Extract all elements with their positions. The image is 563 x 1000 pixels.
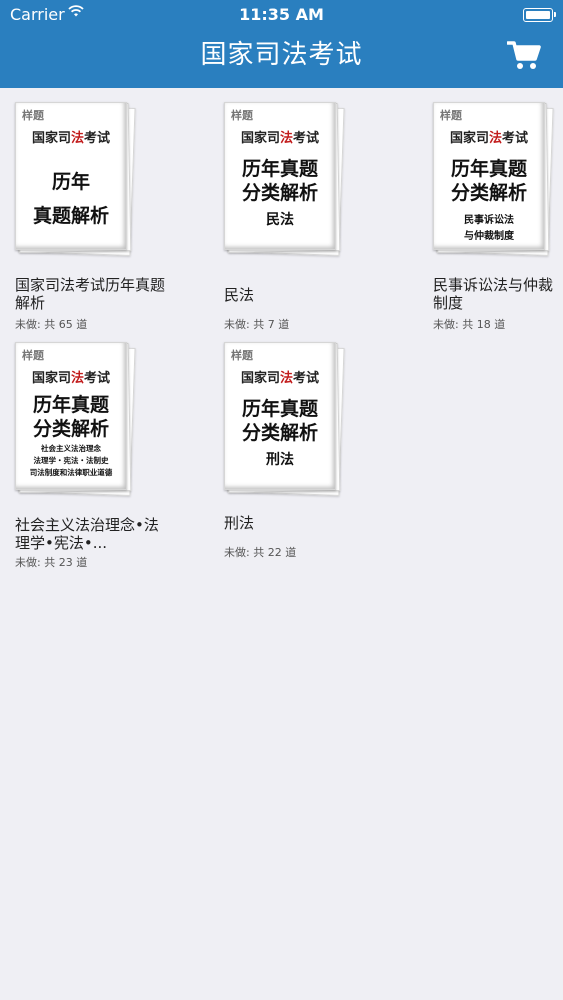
sample-tag: 样题 xyxy=(22,109,44,122)
cover-brand-part: 国家司 xyxy=(240,131,280,146)
cover-subject: 民法 xyxy=(266,212,294,228)
cover-subject: 社会主义法治理念 法理学・宪法・法制史 司法制度和法律职业道德 xyxy=(29,444,113,477)
book-progress: 未做: 共 22 道 xyxy=(224,546,297,559)
cover-brand-part: 考试 xyxy=(84,131,111,146)
cover-brand-highlight: 法 xyxy=(70,371,84,386)
cover-title: 历年真题 分类解析 xyxy=(225,157,335,205)
cover-brand-part: 国家司 xyxy=(31,371,71,386)
cover-brand-highlight: 法 xyxy=(70,131,84,146)
book-cover[interactable]: 样题 国家司法考试 历年真题 分类解析 民事诉讼法 与仲裁制度 xyxy=(433,102,555,260)
cover-brand: 国家司法考试 xyxy=(225,367,335,386)
cover-brand-part: 考试 xyxy=(502,131,529,146)
cover-title-line: 历年真题 xyxy=(32,394,109,416)
cover-brand-part: 国家司 xyxy=(240,371,280,386)
cover-brand: 国家司法考试 xyxy=(225,127,335,146)
cover-title-line: 分类解析 xyxy=(32,418,109,440)
book-progress: 未做: 共 7 道 xyxy=(224,318,290,331)
book-title[interactable]: 社会主义法治理念•法理学•宪法•... xyxy=(15,516,165,552)
cover-title: 历年真题 分类解析 xyxy=(225,397,335,445)
book-progress: 未做: 共 23 道 xyxy=(15,556,88,569)
cover-front: 样题 国家司法考试 历年 真题解析 xyxy=(15,102,127,250)
cover-front: 样题 国家司法考试 历年真题 分类解析 刑法 xyxy=(224,342,336,490)
cover-title-line: 历年 xyxy=(51,171,90,193)
cover-brand-highlight: 法 xyxy=(279,371,293,386)
sample-tag: 样题 xyxy=(440,109,462,122)
book-cover[interactable]: 样题 国家司法考试 历年真题 分类解析 刑法 xyxy=(224,342,346,500)
cover-title-line: 历年真题 xyxy=(241,398,318,420)
sample-tag: 样题 xyxy=(231,109,253,122)
cover-brand: 国家司法考试 xyxy=(16,367,126,386)
book-title[interactable]: 刑法 xyxy=(224,514,374,532)
book-grid: 样题 国家司法考试 历年 真题解析 国家司法考试历年真题解析 未做: 共 65 … xyxy=(0,88,563,1000)
cover-title: 历年 真题解析 xyxy=(16,165,126,233)
cover-front: 样题 国家司法考试 历年真题 分类解析 民事诉讼法 与仲裁制度 xyxy=(433,102,545,250)
cover-title: 历年真题 分类解析 xyxy=(434,157,544,205)
book-progress: 未做: 共 65 道 xyxy=(15,318,88,331)
cover-title-line: 历年真题 xyxy=(241,158,318,180)
navigation-bar: Carrier 11:35 AM 国家司法考试 xyxy=(0,0,563,88)
cover-front: 样题 国家司法考试 历年真题 分类解析 民法 xyxy=(224,102,336,250)
cover-brand: 国家司法考试 xyxy=(434,127,544,146)
sample-tag: 样题 xyxy=(231,349,253,362)
book-title[interactable]: 民事诉讼法与仲裁制度 xyxy=(433,276,561,312)
cover-title-line: 历年真题 xyxy=(450,158,527,180)
cover-subject: 民事诉讼法 与仲裁制度 xyxy=(464,215,514,242)
cover-title-line: 分类解析 xyxy=(241,422,318,444)
shopping-cart-icon[interactable] xyxy=(507,40,541,70)
book-title[interactable]: 民法 xyxy=(224,286,374,304)
cover-brand-part: 国家司 xyxy=(449,131,489,146)
clock: 11:35 AM xyxy=(239,5,324,24)
status-bar: Carrier 11:35 AM xyxy=(0,0,563,30)
battery-icon xyxy=(523,8,556,22)
book-cover[interactable]: 样题 国家司法考试 历年真题 分类解析 社会主义法治理念 法理学・宪法・法制史 … xyxy=(15,342,137,500)
sample-tag: 样题 xyxy=(22,349,44,362)
cover-brand-part: 考试 xyxy=(84,371,111,386)
page-title: 国家司法考试 xyxy=(200,40,363,70)
cover-brand-part: 国家司 xyxy=(31,131,71,146)
cover-title-line: 分类解析 xyxy=(241,182,318,204)
cover-brand-highlight: 法 xyxy=(488,131,502,146)
book-progress: 未做: 共 18 道 xyxy=(433,318,506,331)
book-title[interactable]: 国家司法考试历年真题解析 xyxy=(15,276,165,312)
cover-title-line: 真题解析 xyxy=(32,205,109,227)
cover-brand: 国家司法考试 xyxy=(16,127,126,146)
cover-title-line: 分类解析 xyxy=(450,182,527,204)
cover-front: 样题 国家司法考试 历年真题 分类解析 社会主义法治理念 法理学・宪法・法制史 … xyxy=(15,342,127,490)
cover-title: 历年真题 分类解析 xyxy=(16,393,126,441)
cover-brand-highlight: 法 xyxy=(279,131,293,146)
book-cover[interactable]: 样题 国家司法考试 历年 真题解析 xyxy=(15,102,137,260)
cover-brand-part: 考试 xyxy=(293,131,320,146)
book-cover[interactable]: 样题 国家司法考试 历年真题 分类解析 民法 xyxy=(224,102,346,260)
cover-brand-part: 考试 xyxy=(293,371,320,386)
cover-subject: 刑法 xyxy=(266,452,294,468)
